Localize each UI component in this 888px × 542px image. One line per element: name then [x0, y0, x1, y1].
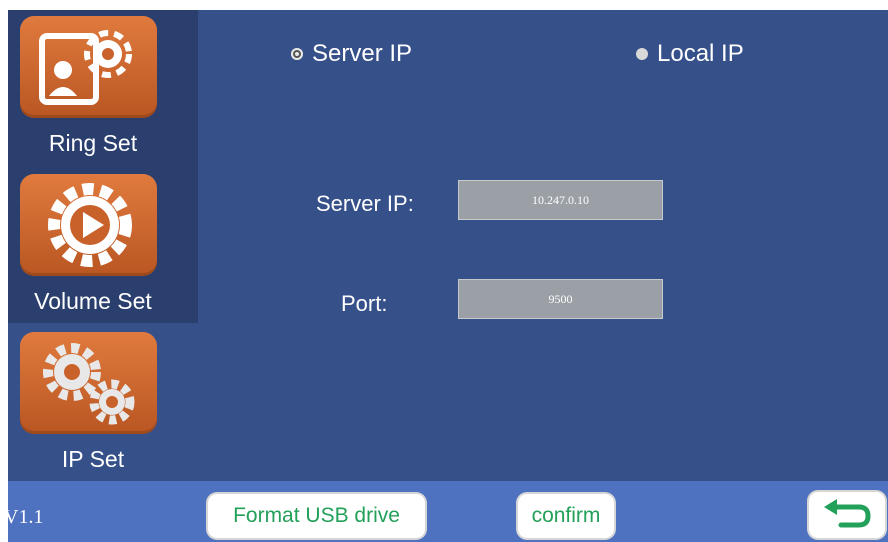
- radio-label: Local IP: [657, 40, 744, 67]
- sidebar-item-label: Volume Set: [34, 288, 152, 314]
- back-arrow-icon: [824, 499, 871, 528]
- radio-unselected-icon: [636, 48, 648, 60]
- radio-label: Server IP: [312, 40, 413, 67]
- gears-icon: [20, 332, 157, 434]
- radio-server-ip[interactable]: Server IP: [291, 40, 412, 68]
- format-usb-button[interactable]: Format USB drive: [208, 494, 425, 538]
- confirm-button[interactable]: confirm: [518, 494, 614, 538]
- radio-selected-icon: [291, 48, 303, 60]
- port-input[interactable]: 9500: [458, 279, 663, 319]
- sidebar-item-volume-set[interactable]: Volume Set: [8, 168, 198, 326]
- radio-local-ip[interactable]: Local IP: [636, 40, 744, 68]
- play-gear-icon: [20, 174, 157, 276]
- sidebar-item-label: IP Set: [61, 446, 125, 472]
- server-ip-input[interactable]: 10.247.0.10: [458, 180, 663, 220]
- port-label: Port:: [341, 291, 388, 316]
- sidebar-item-ip-set[interactable]: IP Set: [8, 326, 198, 484]
- back-button[interactable]: [809, 492, 885, 538]
- server-ip-label: Server IP:: [316, 191, 414, 216]
- bottom-bar: [8, 481, 888, 542]
- version-text: V1.1: [8, 506, 44, 528]
- sidebar-item-label: Ring Set: [48, 130, 138, 156]
- ring-settings-icon: [20, 16, 157, 118]
- ip-settings-screen: Ring Set Volume Set IP Set Server IP Loc…: [8, 10, 888, 542]
- sidebar-item-ring-set[interactable]: Ring Set: [8, 10, 198, 168]
